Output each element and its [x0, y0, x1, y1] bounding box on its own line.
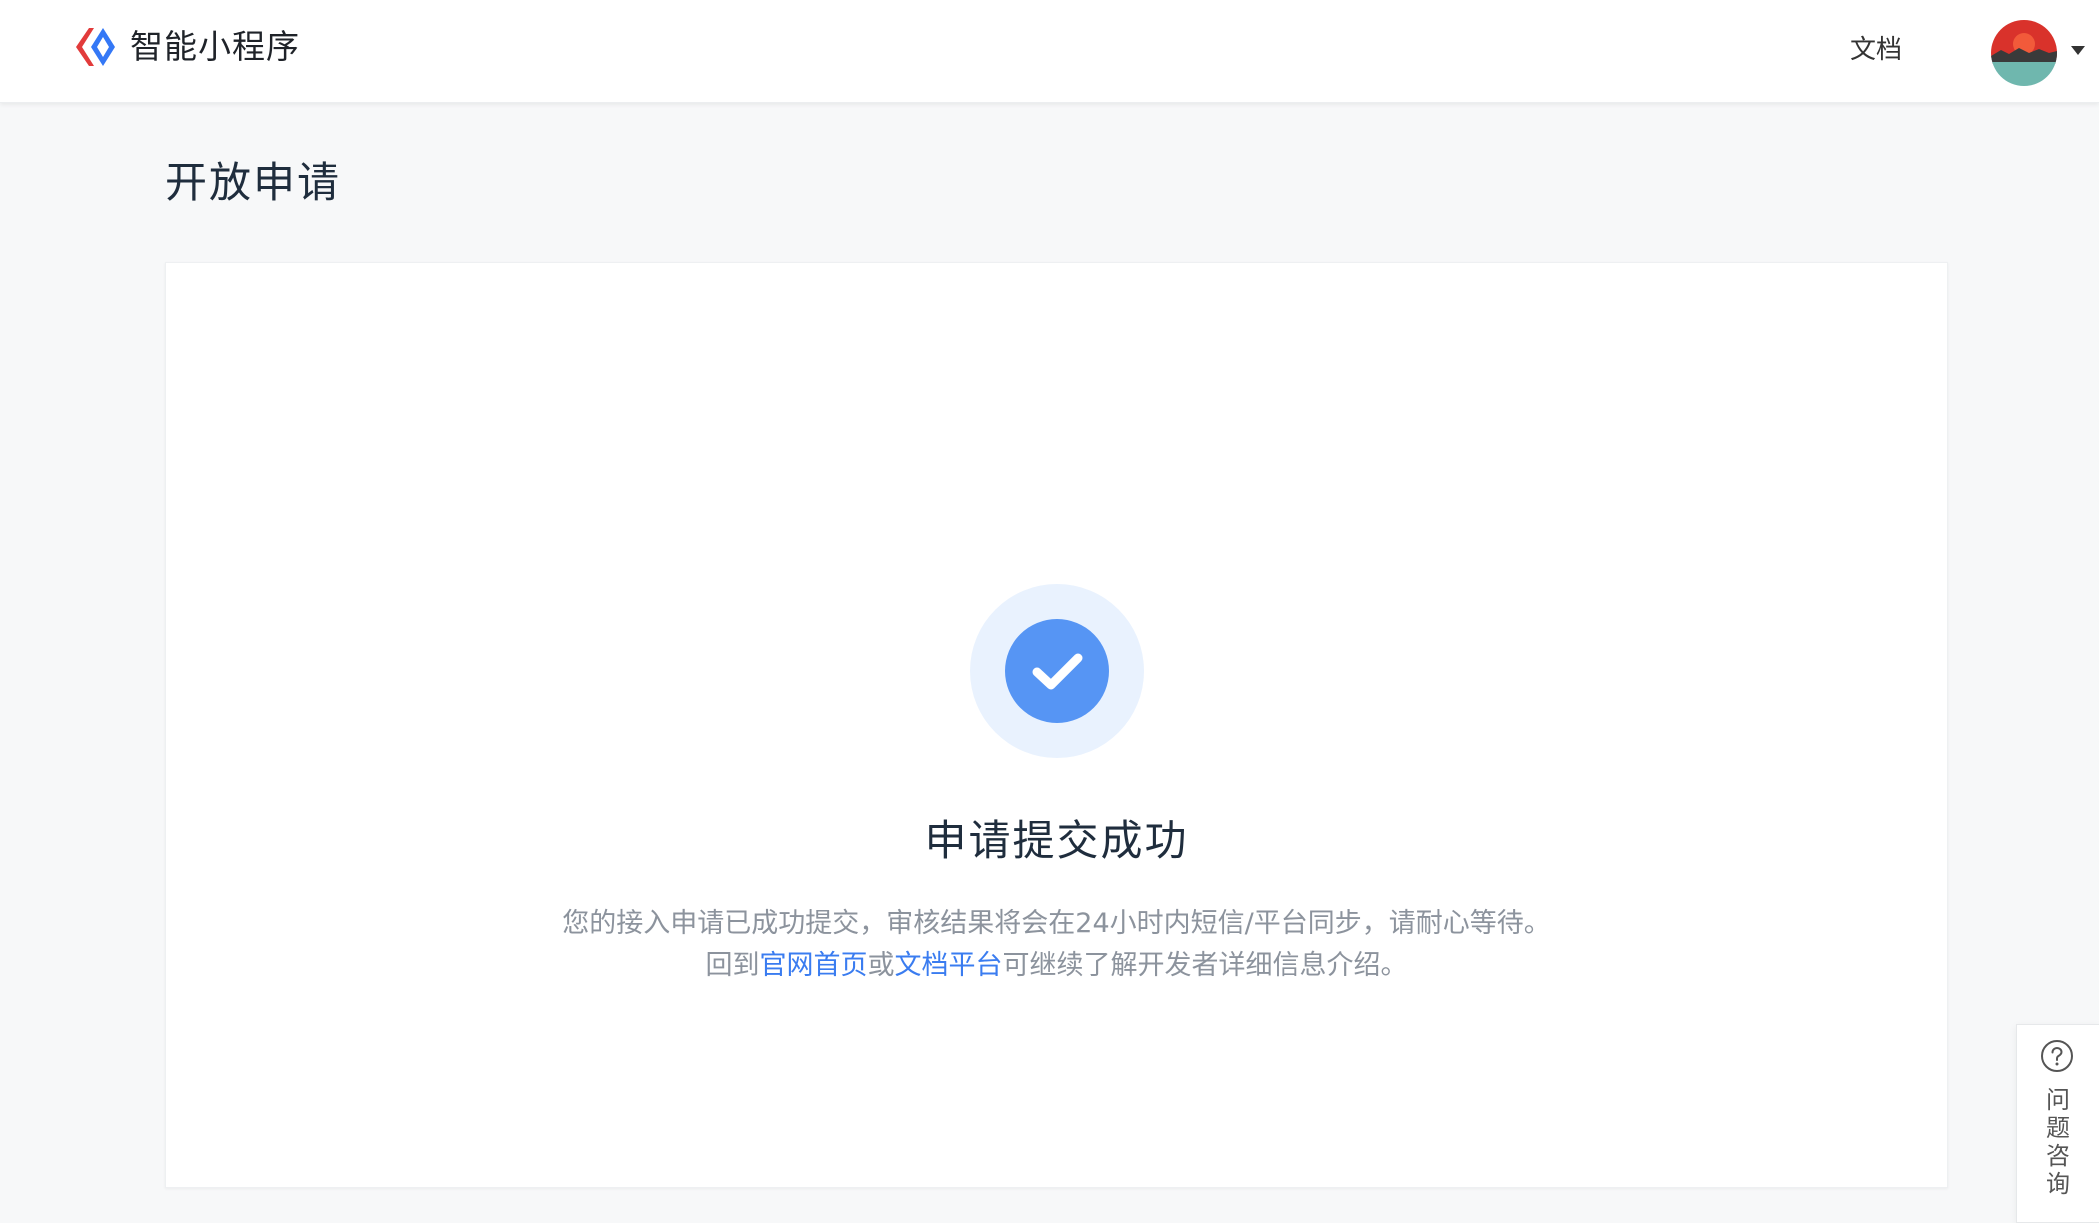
result-card: 申请提交成功 您的接入申请已成功提交，审核结果将会在24小时内短信/平台同步，请… — [165, 262, 1948, 1188]
avatar[interactable] — [1991, 20, 2057, 86]
top-navigation-bar: 智能小程序 文档 — [0, 0, 2099, 103]
result-desc-line-2: 回到官网首页或文档平台可继续了解开发者详细信息介绍。 — [166, 945, 1947, 987]
nav-docs-link[interactable]: 文档 — [1850, 31, 1902, 69]
brand[interactable]: 智能小程序 — [72, 24, 300, 70]
result-desc-line-1: 您的接入申请已成功提交，审核结果将会在24小时内短信/平台同步，请耐心等待。 — [562, 908, 1551, 939]
desc-suffix-text: 可继续了解开发者详细信息介绍。 — [1002, 950, 1408, 981]
success-icon-halo — [970, 584, 1144, 758]
desc-prefix-text: 回到 — [705, 950, 760, 981]
result-description: 您的接入申请已成功提交，审核结果将会在24小时内短信/平台同步，请耐心等待。 回… — [166, 903, 1947, 987]
desc-or-text: 或 — [867, 950, 895, 981]
help-consult-button[interactable]: 问题咨询 — [2016, 1024, 2099, 1223]
swan-logo-icon — [76, 28, 115, 66]
official-home-link[interactable]: 官网首页 — [760, 950, 868, 981]
help-consult-label: 问题咨询 — [2046, 1086, 2070, 1198]
docs-platform-link[interactable]: 文档平台 — [895, 950, 1003, 981]
caret-down-icon[interactable] — [2071, 46, 2085, 55]
brand-name: 智能小程序 — [130, 27, 300, 66]
check-circle-icon — [1005, 619, 1109, 723]
question-circle-icon — [2041, 1040, 2073, 1072]
avatar-image — [1991, 20, 2057, 86]
result-title: 申请提交成功 — [924, 816, 1189, 865]
page-title: 开放申请 — [165, 158, 342, 207]
